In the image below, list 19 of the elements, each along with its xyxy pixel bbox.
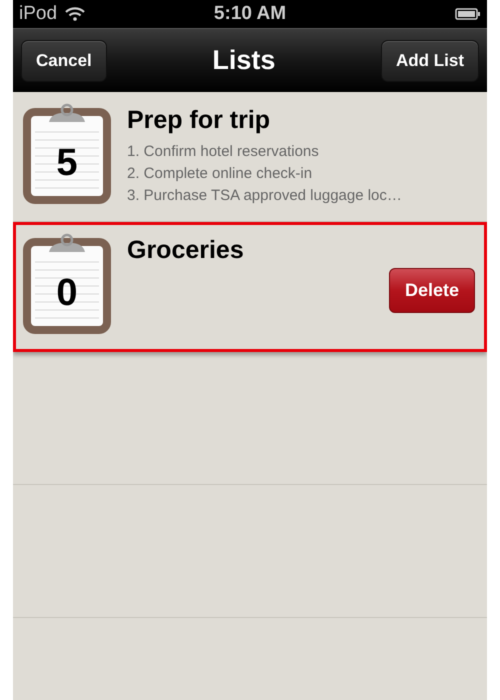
list-name: Groceries: [127, 236, 244, 265]
add-list-button[interactable]: Add List: [381, 40, 479, 82]
item-count: 5: [56, 142, 78, 185]
item-preview: 1. Confirm hotel reservations: [127, 142, 320, 162]
screen-title: Lists: [212, 45, 276, 76]
item-preview: 2. Complete online check-in: [127, 164, 314, 184]
item-preview: 3. Purchase TSA approved luggage loc…: [127, 186, 402, 206]
list-row[interactable]: 0 Groceries Delete: [13, 222, 487, 352]
clipboard-icon: [21, 232, 113, 336]
wifi-icon: [65, 7, 86, 21]
item-count: 0: [56, 272, 78, 315]
status-time: 5:10 AM: [214, 3, 286, 25]
delete-button[interactable]: Delete: [388, 268, 475, 313]
clipboard-icon: [21, 102, 113, 206]
battery-icon: [455, 8, 481, 20]
carrier-label: iPod: [19, 3, 58, 25]
cancel-button[interactable]: Cancel: [21, 40, 107, 82]
list-name: Prep for trip: [127, 106, 272, 135]
list-row[interactable]: 5 Prep for trip 1. Confirm hotel reservations 2. Complete online check-in 3. Purchase TSA approved luggage loc…: [13, 92, 487, 222]
